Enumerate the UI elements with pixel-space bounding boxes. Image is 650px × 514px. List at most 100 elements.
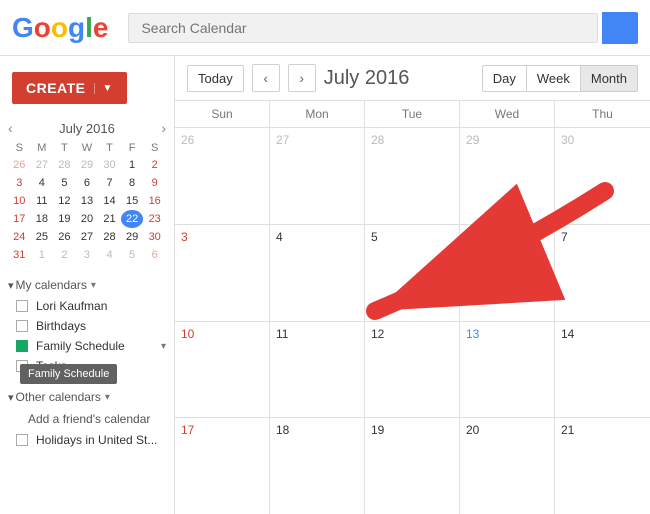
mini-cal-cell[interactable]: 5	[53, 174, 76, 192]
cell-jul5[interactable]: 5	[365, 225, 460, 321]
mini-cal-cell[interactable]: 10	[8, 192, 31, 210]
cell-jun29[interactable]: 29	[460, 128, 555, 224]
cell-jul7[interactable]: 7	[555, 225, 650, 321]
google-logo: Google	[12, 12, 108, 44]
cell-jul13[interactable]: 13	[460, 322, 555, 418]
day-view-button[interactable]: Day	[482, 65, 527, 92]
mini-cal-cell[interactable]: 5	[121, 246, 144, 264]
my-calendars-section: ▾ My calendars ▾ Lori Kaufman Birthdays …	[0, 274, 174, 376]
mini-cal-cell[interactable]: 28	[98, 228, 121, 246]
add-friend-calendar[interactable]: Add a friend's calendar	[0, 408, 174, 430]
mini-cal-cell[interactable]: 20	[76, 210, 99, 228]
mini-cal-cell[interactable]: 3	[8, 174, 31, 192]
cell-jul21[interactable]: 21	[555, 418, 650, 514]
family-checkbox[interactable]	[16, 340, 28, 352]
mini-cal-cell[interactable]: 26	[53, 228, 76, 246]
cell-jun30[interactable]: 30	[555, 128, 650, 224]
mini-cal-next[interactable]: ›	[161, 120, 166, 136]
mini-cal-cell[interactable]: 6	[143, 246, 166, 264]
mini-cal-cell[interactable]: 19	[53, 210, 76, 228]
mini-cal-cell[interactable]: 26	[8, 156, 31, 174]
create-button[interactable]: CREATE ▼	[12, 72, 127, 104]
mini-cal-cell[interactable]: 7	[98, 174, 121, 192]
mini-cal-cell[interactable]: 18	[31, 210, 54, 228]
cell-jul12[interactable]: 12	[365, 322, 460, 418]
cell-jul4[interactable]: 4	[270, 225, 365, 321]
holidays-checkbox[interactable]	[16, 434, 28, 446]
family-dropdown-icon[interactable]: ▾	[161, 341, 166, 352]
mini-cal-cell[interactable]: 8	[121, 174, 144, 192]
cell-jul14[interactable]: 14	[555, 322, 650, 418]
mini-cal-cell[interactable]: 27	[31, 156, 54, 174]
cell-jun27[interactable]: 27	[270, 128, 365, 224]
mini-cal-cell[interactable]: 31	[8, 246, 31, 264]
other-calendars-expand[interactable]: ▾	[105, 392, 110, 403]
my-calendars-expand[interactable]: ▾	[91, 280, 96, 291]
mini-cal-cell[interactable]: 6	[76, 174, 99, 192]
calendar-item-birthdays[interactable]: Birthdays	[0, 316, 174, 336]
mini-cal-cell[interactable]: 4	[98, 246, 121, 264]
mini-cal-cell[interactable]: 25	[31, 228, 54, 246]
cell-jul17[interactable]: 17	[175, 418, 270, 514]
mini-cal-cell[interactable]: 24	[8, 228, 31, 246]
mini-cal-cell[interactable]: 14	[98, 192, 121, 210]
lori-checkbox[interactable]	[16, 300, 28, 312]
mini-cal-cell[interactable]: 15	[121, 192, 144, 210]
birthdays-checkbox[interactable]	[16, 320, 28, 332]
search-input[interactable]	[128, 13, 598, 43]
cell-jul3[interactable]: 3	[175, 225, 270, 321]
calendar-item-holidays[interactable]: Holidays in United St...	[0, 430, 174, 450]
mini-cal-cell[interactable]: 13	[76, 192, 99, 210]
mini-cal-cell[interactable]: 21	[98, 210, 121, 228]
mini-cal-cell[interactable]: 30	[98, 156, 121, 174]
today-button[interactable]: Today	[187, 65, 244, 92]
mini-cal-cell[interactable]: 11	[31, 192, 54, 210]
mini-cal-cell[interactable]: 16	[143, 192, 166, 210]
calendar-item-family[interactable]: Family Schedule ▾ Family Schedule	[0, 336, 174, 356]
cell-jul18[interactable]: 18	[270, 418, 365, 514]
cell-jul20[interactable]: 20	[460, 418, 555, 514]
mini-cal-cell[interactable]: 1	[31, 246, 54, 264]
main-layout: CREATE ▼ ‹ July 2016 › S M T W T	[0, 56, 650, 514]
create-dropdown-arrow[interactable]: ▼	[94, 83, 113, 94]
other-calendars-title: Other calendars	[16, 390, 101, 404]
mini-cal-cell[interactable]: 27	[76, 228, 99, 246]
next-button[interactable]: ›	[288, 64, 316, 92]
calendar-item-lori[interactable]: Lori Kaufman	[0, 296, 174, 316]
cell-jun26[interactable]: 26	[175, 128, 270, 224]
mini-cal-cell[interactable]: 29	[76, 156, 99, 174]
mini-cal-cell[interactable]: 2	[53, 246, 76, 264]
mini-cal-cell[interactable]: 3	[76, 246, 99, 264]
day-header-tue: Tue	[365, 101, 460, 127]
header: Google	[0, 0, 650, 56]
mini-cal-cell[interactable]: 23	[143, 210, 166, 228]
week-view-button[interactable]: Week	[527, 65, 581, 92]
cell-jul10[interactable]: 10	[175, 322, 270, 418]
mini-cal-cell[interactable]: 4	[31, 174, 54, 192]
mini-cal-cell[interactable]: 2	[143, 156, 166, 174]
view-buttons: Day Week Month	[482, 65, 638, 92]
other-calendars-header[interactable]: ▾ Other calendars ▾	[0, 386, 174, 408]
cell-jun28[interactable]: 28	[365, 128, 460, 224]
mini-cal-cell[interactable]: 9	[143, 174, 166, 192]
mini-cal-cell[interactable]: 22	[121, 210, 144, 228]
mini-cal-cell[interactable]: 12	[53, 192, 76, 210]
prev-button[interactable]: ‹	[252, 64, 280, 92]
search-button[interactable]	[602, 12, 638, 44]
month-view-button[interactable]: Month	[581, 65, 638, 92]
mini-cal-prev[interactable]: ‹	[8, 120, 13, 136]
mini-cal-cell[interactable]: 28	[53, 156, 76, 174]
mini-cal-table: S M T W T F S 26272829301234567891011121…	[8, 140, 166, 264]
cell-jul11[interactable]: 11	[270, 322, 365, 418]
mini-cal-cell[interactable]: 17	[8, 210, 31, 228]
calendar-day-headers: Sun Mon Tue Wed Thu	[175, 101, 650, 128]
create-btn-container: CREATE ▼	[0, 64, 174, 116]
mini-cal-cell[interactable]: 30	[143, 228, 166, 246]
cell-jul19[interactable]: 19	[365, 418, 460, 514]
mini-cal-cell[interactable]: 1	[121, 156, 144, 174]
create-label: CREATE	[26, 80, 86, 96]
mini-cal-cell[interactable]: 29	[121, 228, 144, 246]
my-calendars-header[interactable]: ▾ My calendars ▾	[0, 274, 174, 296]
calendar-week-1: 26 27 28 29 30	[175, 128, 650, 225]
cell-jul6[interactable]: 6	[460, 225, 555, 321]
